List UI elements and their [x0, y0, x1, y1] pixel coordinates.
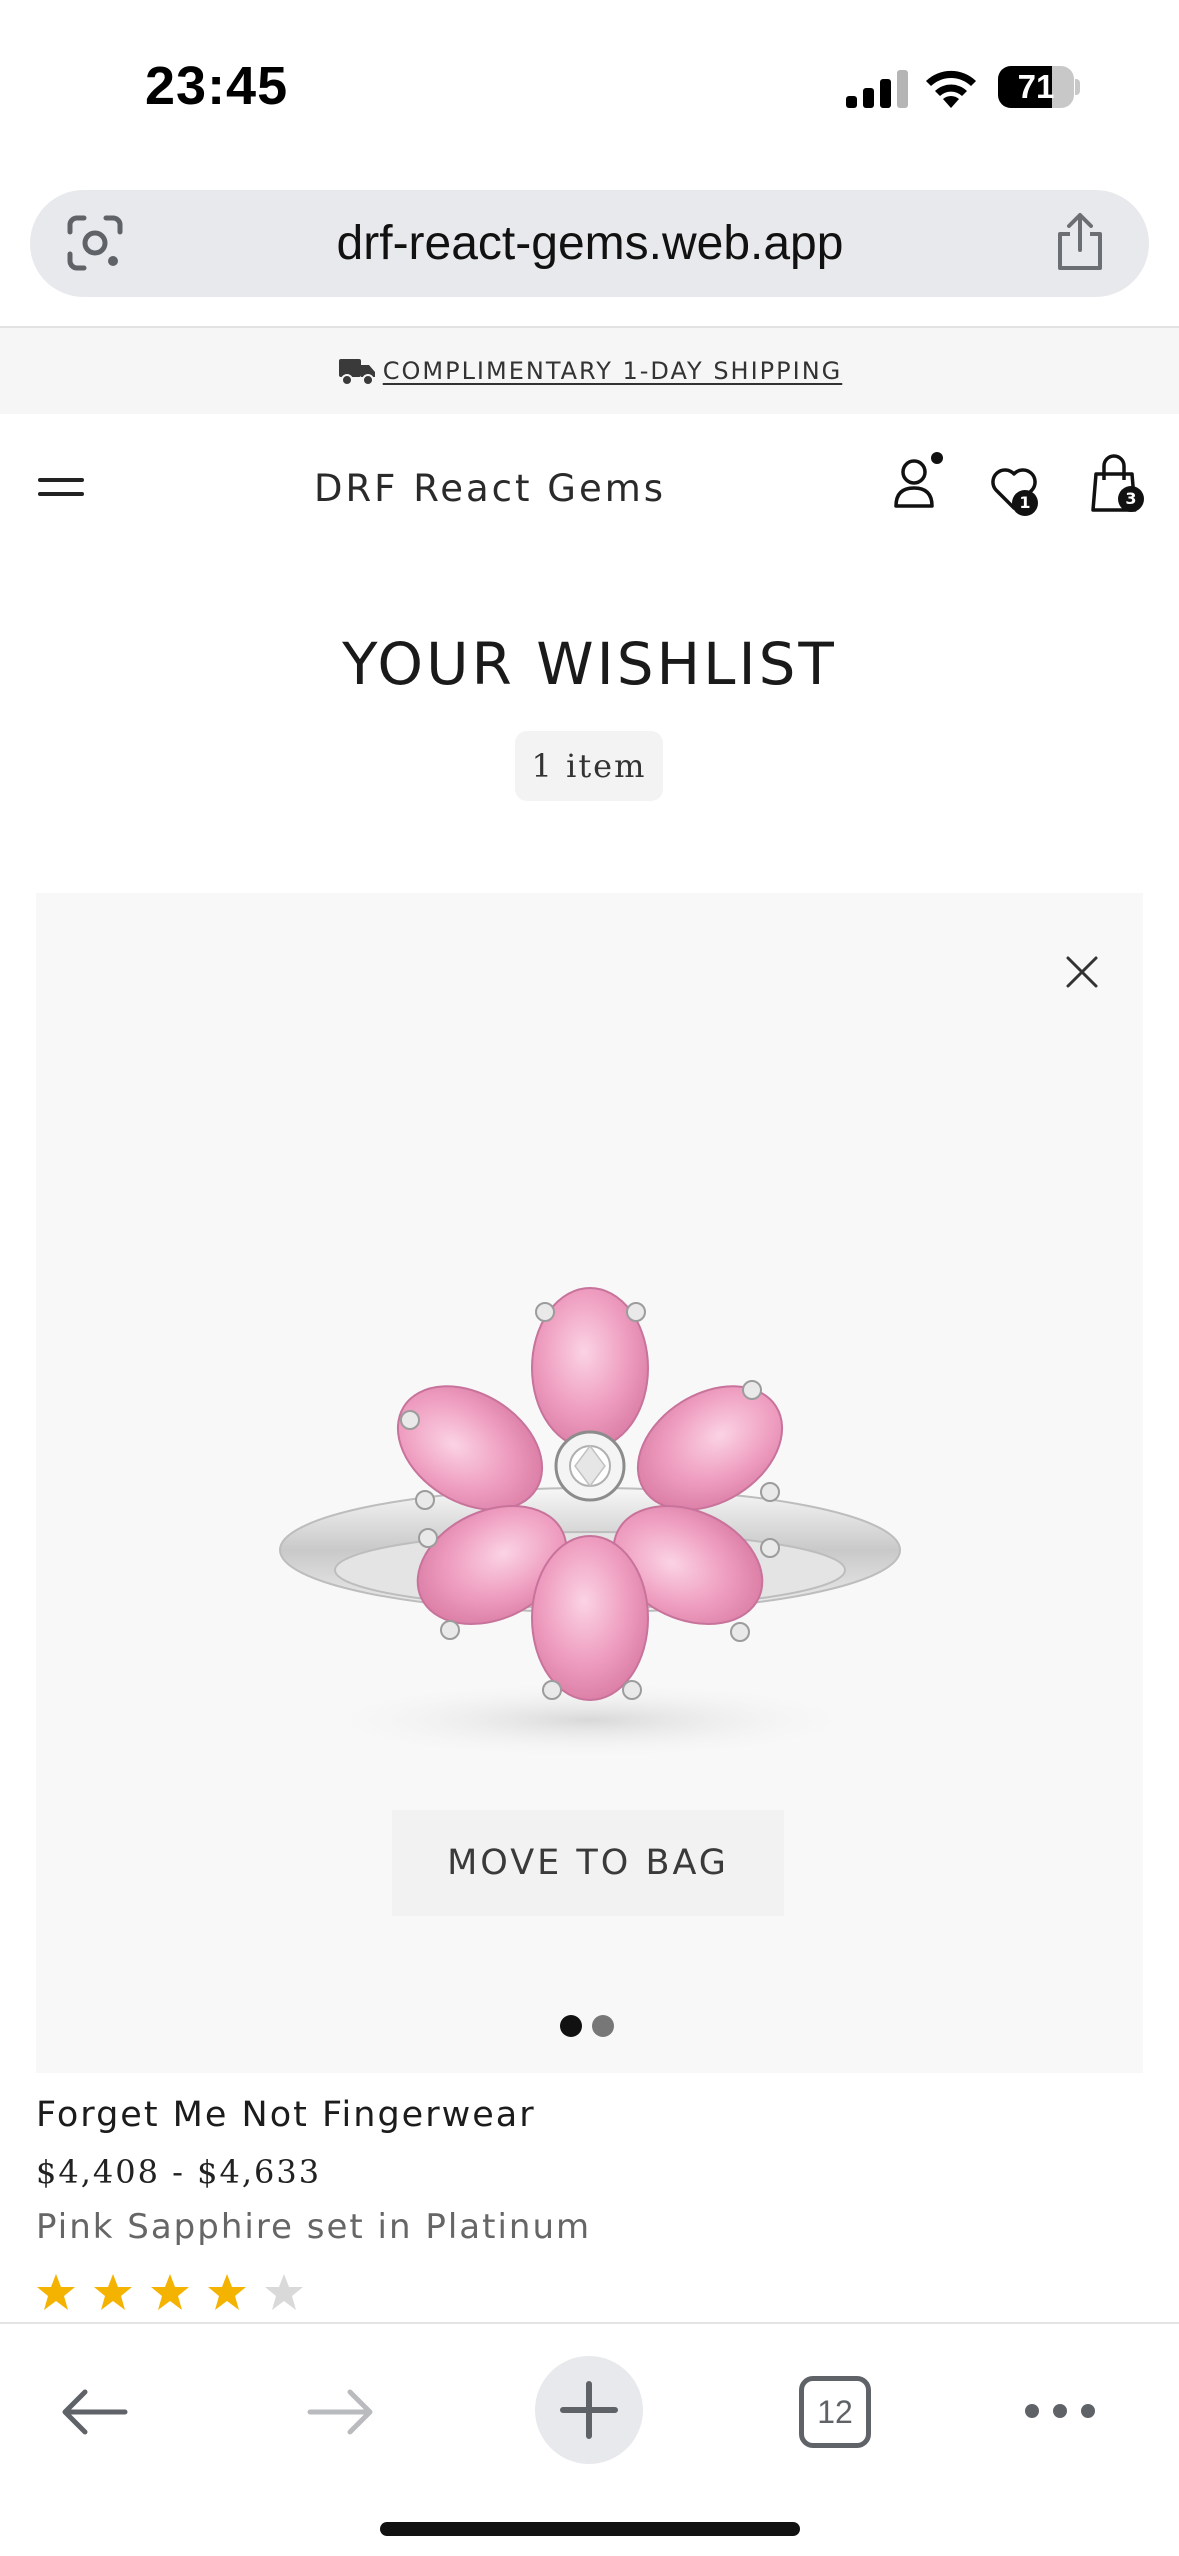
cellular-signal-icon — [846, 70, 908, 108]
remove-from-wishlist-button[interactable] — [1040, 930, 1124, 1014]
account-icon[interactable] — [893, 452, 945, 510]
star-filled-icon — [208, 2274, 246, 2310]
share-icon[interactable] — [1052, 212, 1108, 272]
product-price: $4,408 - $4,633 — [36, 2153, 322, 2191]
browser-toolbar: 12 — [0, 2322, 1179, 2556]
wishlist-button[interactable]: 1 — [988, 460, 1044, 516]
menu-icon[interactable] — [38, 472, 84, 502]
bag-button[interactable]: 3 — [1090, 454, 1146, 514]
shipping-link[interactable]: COMPLIMENTARY 1-DAY SHIPPING — [383, 357, 843, 385]
carousel-dots — [560, 2015, 620, 2039]
move-to-bag-button[interactable]: MOVE TO BAG — [392, 1810, 784, 1916]
star-filled-icon — [37, 2274, 75, 2310]
battery-icon: 71 — [998, 66, 1080, 108]
status-time: 23:45 — [145, 56, 289, 116]
star-rating — [36, 2272, 316, 2316]
product-image[interactable] — [260, 1270, 920, 1770]
plus-icon — [560, 2381, 618, 2439]
forward-arrow-icon[interactable] — [300, 2382, 380, 2442]
bag-count-badge: 3 — [1118, 486, 1144, 512]
back-arrow-icon[interactable] — [55, 2382, 135, 2442]
brand-logo[interactable]: DRF React Gems — [200, 414, 780, 564]
carousel-dot[interactable] — [592, 2015, 614, 2037]
page-title: YOUR WISHLIST — [342, 630, 837, 698]
product-description: Pink Sapphire set in Platinum — [36, 2207, 592, 2247]
item-count-badge: 1 item — [515, 731, 663, 801]
address-bar[interactable]: drf-react-gems.web.app — [30, 190, 1149, 297]
carousel-dot-active[interactable] — [560, 2015, 582, 2037]
announcement-bar: COMPLIMENTARY 1-DAY SHIPPING — [0, 328, 1179, 414]
site-header: DRF React Gems 1 3 — [0, 414, 1179, 564]
battery-level: 71 — [1017, 68, 1055, 105]
wishlist-count-badge: 1 — [1012, 490, 1038, 516]
more-options-icon[interactable] — [1020, 2396, 1100, 2426]
home-indicator — [380, 2522, 800, 2536]
new-tab-button[interactable] — [535, 2356, 643, 2464]
star-empty-icon — [265, 2274, 303, 2310]
star-filled-icon — [151, 2274, 189, 2310]
google-lens-icon[interactable] — [66, 214, 124, 272]
close-icon — [1066, 956, 1098, 988]
star-filled-icon — [94, 2274, 132, 2310]
wifi-icon — [926, 70, 976, 108]
status-bar: 23:45 71 — [0, 0, 1179, 175]
product-name[interactable]: Forget Me Not Fingerwear — [36, 2095, 536, 2135]
tab-switcher-button[interactable]: 12 — [799, 2376, 871, 2448]
truck-icon — [338, 359, 375, 386]
url-text[interactable]: drf-react-gems.web.app — [150, 190, 1030, 297]
